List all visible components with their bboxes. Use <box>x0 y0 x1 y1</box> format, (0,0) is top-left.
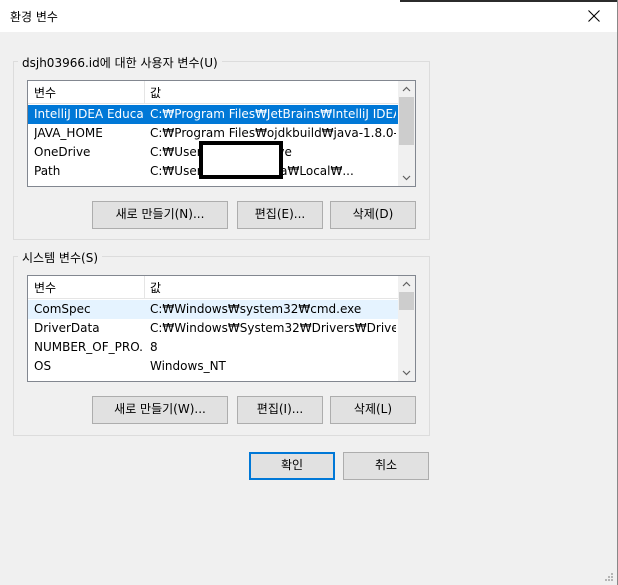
resize-grip-icon[interactable] <box>603 571 614 582</box>
user-list-scrollbar[interactable] <box>398 81 415 186</box>
user-variables-label: dsjh03966.id에 대한 사용자 변수(U) <box>18 54 222 71</box>
user-new-button[interactable]: 새로 만들기(N)... <box>92 201 228 229</box>
variable-value: 8 <box>150 340 158 354</box>
scroll-up-icon[interactable] <box>402 85 411 94</box>
system-variable-row[interactable]: DriverData C:₩Windows₩System32₩Drivers₩D… <box>28 319 398 338</box>
variable-name: IntelliJ IDEA Educa... <box>34 107 144 121</box>
column-header-variable[interactable]: 변수 <box>34 84 56 101</box>
title-bar-edge <box>400 0 617 2</box>
variable-name: DriverData <box>34 321 100 335</box>
variable-name: JAVA_HOME <box>34 126 103 140</box>
ok-button[interactable]: 확인 <box>249 452 335 480</box>
title-bar: 환경 변수 <box>0 0 617 32</box>
variable-name: Path <box>34 164 61 178</box>
close-button[interactable] <box>571 0 617 32</box>
column-header-value[interactable]: 값 <box>150 84 161 101</box>
user-variable-row[interactable]: IntelliJ IDEA Educa... C:₩Program Files₩… <box>28 105 398 124</box>
system-variables-label: 시스템 변수(S) <box>18 249 102 266</box>
scroll-thumb[interactable] <box>399 292 414 310</box>
variable-name: OS <box>34 359 52 373</box>
variable-name: OneDrive <box>34 145 91 159</box>
system-variable-row[interactable]: OS Windows_NT <box>28 357 398 376</box>
variable-value: Windows_NT <box>150 359 226 373</box>
scroll-up-icon[interactable] <box>402 280 411 289</box>
user-variables-list[interactable]: 변수 값 IntelliJ IDEA Educa... C:₩Program F… <box>27 80 416 187</box>
list-header: 변수 값 <box>28 276 415 299</box>
close-icon <box>588 10 600 22</box>
window-title: 환경 변수 <box>10 10 58 24</box>
scroll-down-icon[interactable] <box>402 368 411 377</box>
column-header-variable[interactable]: 변수 <box>34 279 56 296</box>
scroll-down-icon[interactable] <box>402 173 411 182</box>
variable-name: NUMBER_OF_PRO... <box>34 340 144 354</box>
variable-value: C:₩Program Files₩ojdkbuild₩java-1.8.0-op… <box>150 126 396 140</box>
variable-name: ComSpec <box>34 302 91 316</box>
redaction-box <box>199 141 283 179</box>
system-variable-row[interactable]: ComSpec C:₩Windows₩system32₩cmd.exe <box>28 300 398 319</box>
environment-variables-dialog: 환경 변수 dsjh03966.id에 대한 사용자 변수(U) 변수 값 In… <box>0 0 618 585</box>
cancel-button[interactable]: 취소 <box>343 452 429 480</box>
variable-value: C:₩Windows₩System32₩Drivers₩DriverData <box>150 321 396 335</box>
user-edit-button[interactable]: 편집(E)... <box>237 201 323 229</box>
variable-value: C:₩Windows₩system32₩cmd.exe <box>150 302 362 316</box>
list-header: 변수 값 <box>28 81 415 104</box>
scroll-thumb[interactable] <box>399 97 414 145</box>
user-delete-button[interactable]: 삭제(D) <box>330 201 416 229</box>
system-list-scrollbar[interactable] <box>398 276 415 381</box>
variable-value: C:₩Program Files₩JetBrains₩IntelliJ IDEA… <box>150 107 396 121</box>
column-header-value[interactable]: 값 <box>150 279 161 296</box>
system-variables-list[interactable]: 변수 값 ComSpec C:₩Windows₩system32₩cmd.exe… <box>27 275 416 382</box>
system-edit-button[interactable]: 편집(I)... <box>237 396 323 424</box>
system-new-button[interactable]: 새로 만들기(W)... <box>92 396 228 424</box>
system-delete-button[interactable]: 삭제(L) <box>330 396 416 424</box>
system-variable-row[interactable]: NUMBER_OF_PRO... 8 <box>28 338 398 357</box>
